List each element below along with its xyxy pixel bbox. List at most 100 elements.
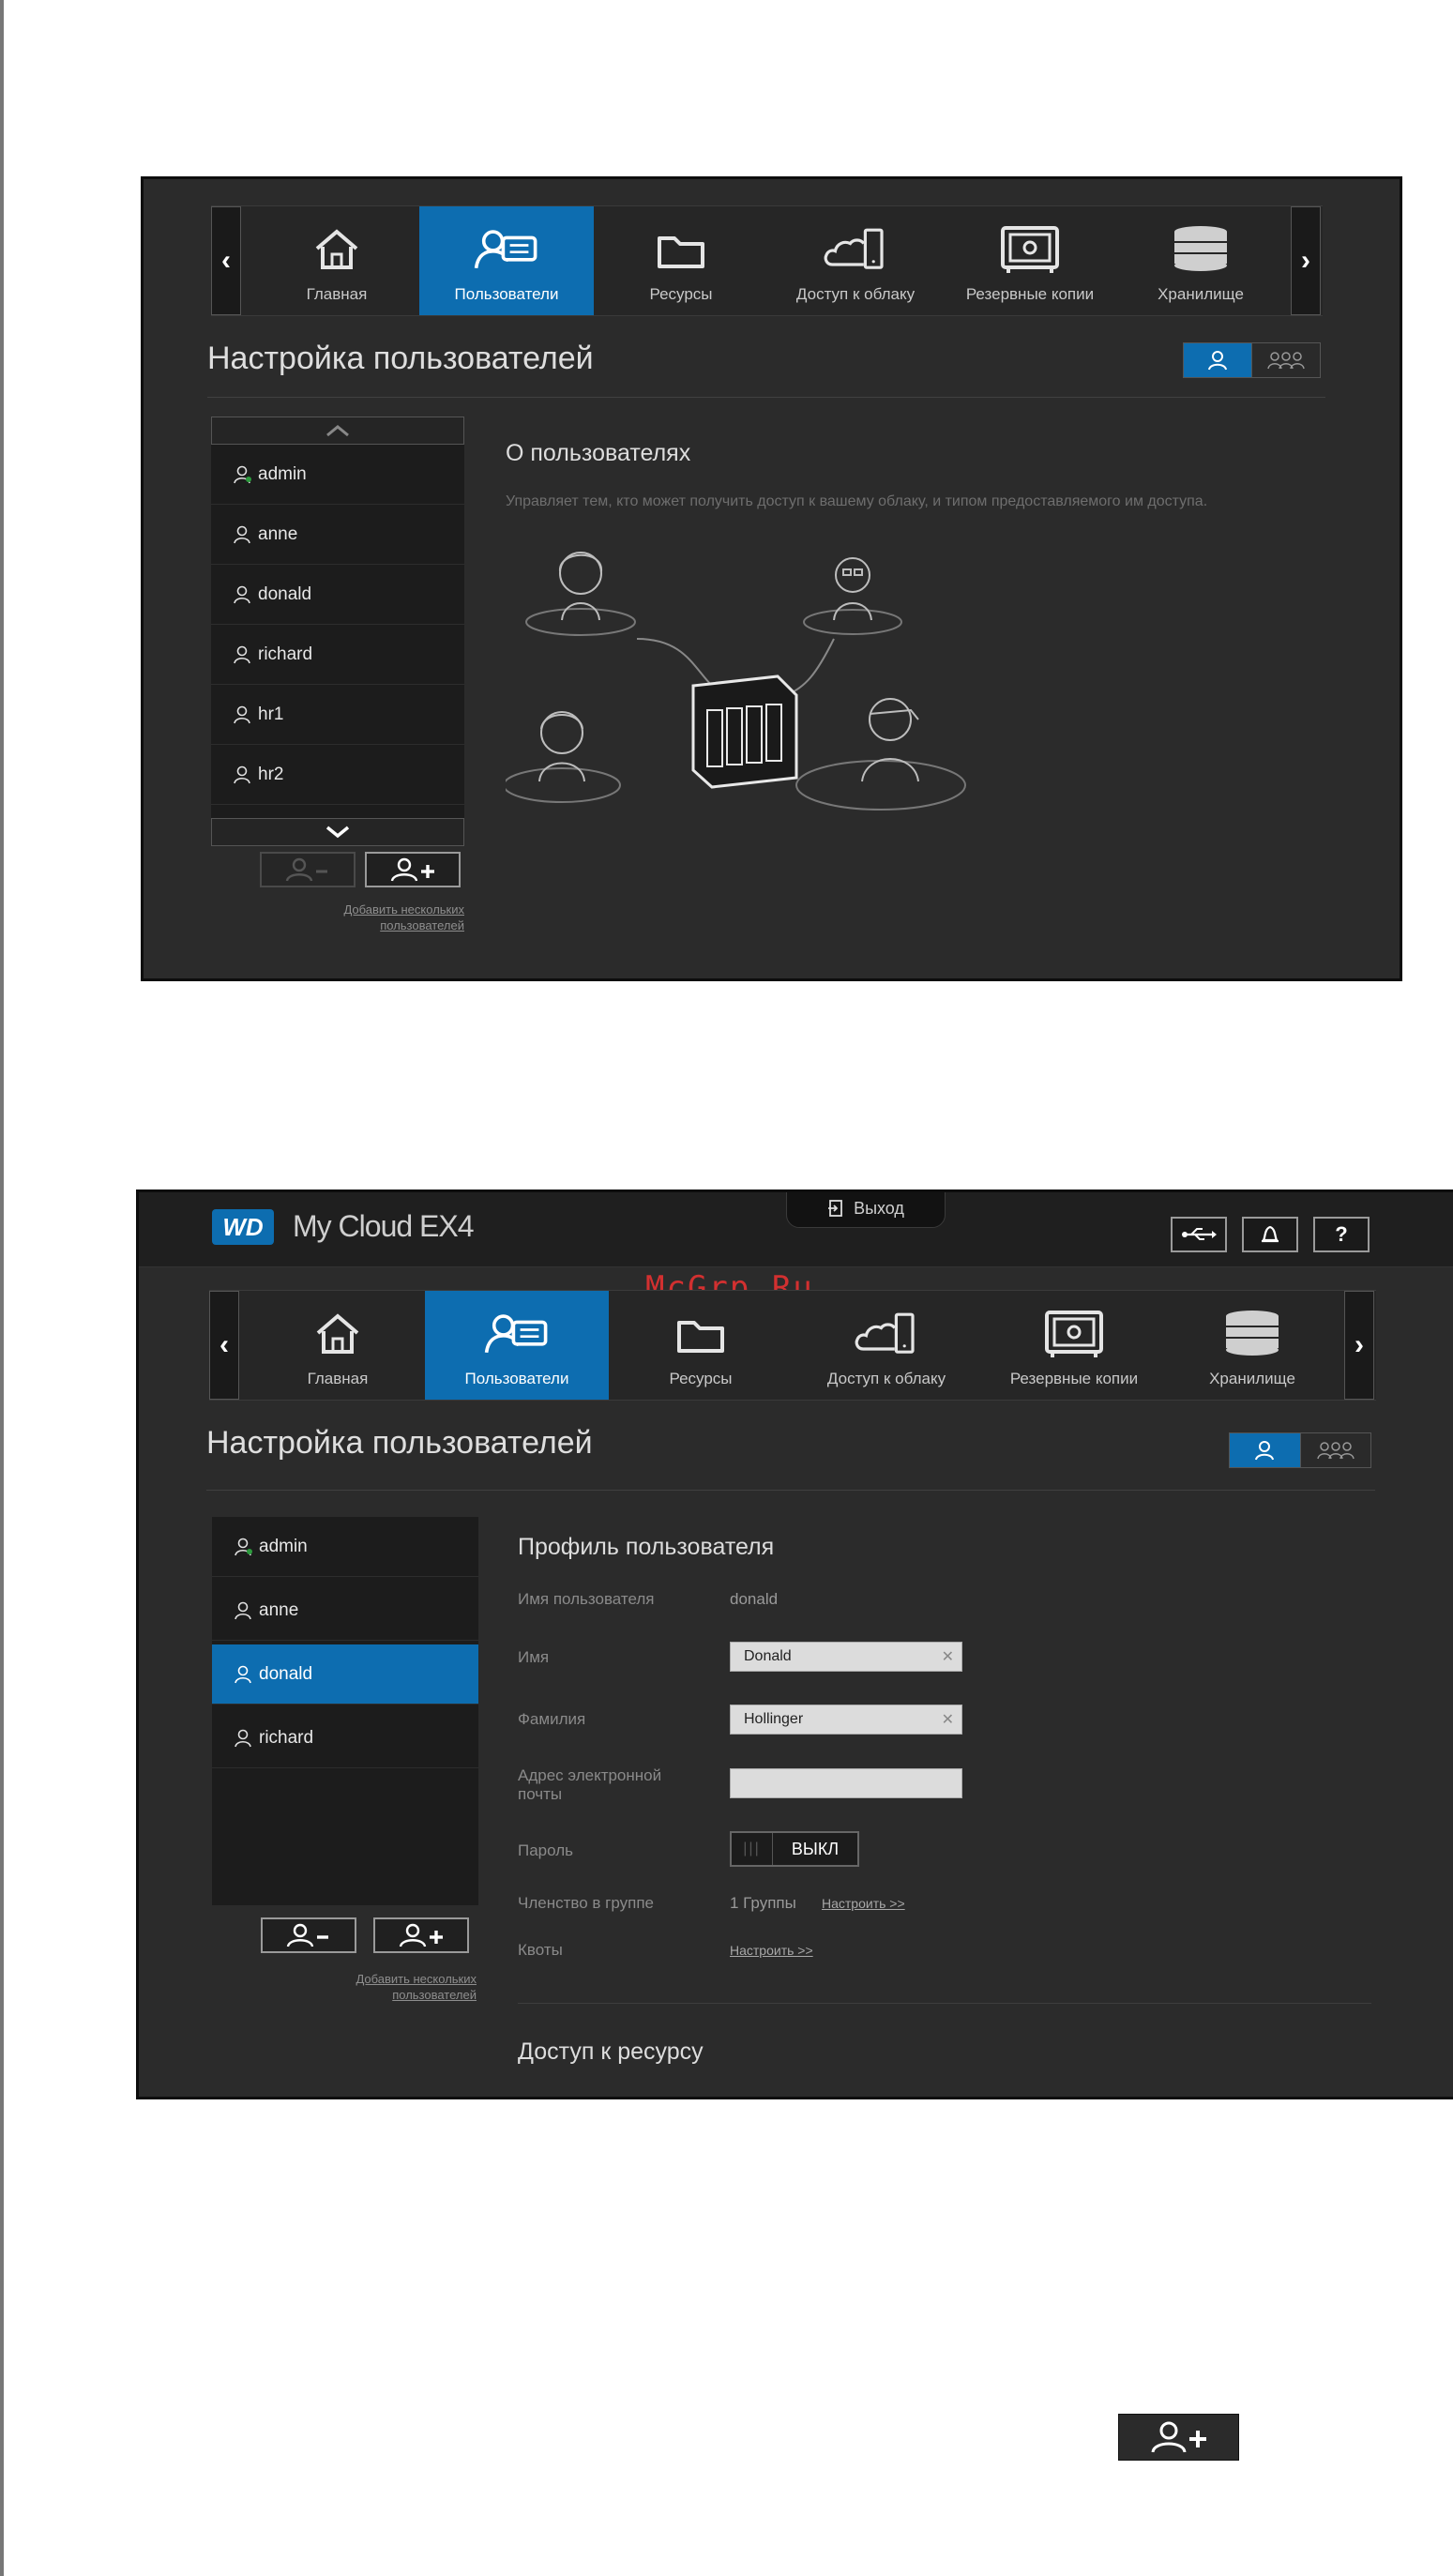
home-icon bbox=[304, 1306, 371, 1362]
safe-icon bbox=[996, 221, 1064, 278]
remove-user-button[interactable] bbox=[260, 852, 356, 887]
first-name-value: Donald bbox=[744, 1648, 792, 1664]
nav-item-cloud-access[interactable]: Доступ к облаку bbox=[768, 206, 943, 315]
remove-user-button[interactable] bbox=[261, 1917, 356, 1953]
email-input[interactable] bbox=[730, 1768, 962, 1798]
usb-button[interactable] bbox=[1171, 1217, 1227, 1252]
user-row-hr2[interactable]: hr2 bbox=[211, 745, 464, 805]
home-icon bbox=[303, 221, 371, 278]
user-row-hr1[interactable]: hr1 bbox=[211, 685, 464, 745]
username-label: Имя пользователя bbox=[518, 1590, 655, 1608]
user-list: admin anne donald richard bbox=[212, 1517, 478, 1905]
nav-label-storage: Хранилище bbox=[1158, 285, 1244, 303]
title-divider bbox=[207, 397, 1325, 398]
group-icon bbox=[1267, 352, 1305, 370]
user-name: richard bbox=[258, 644, 313, 664]
nav-item-shares[interactable]: Ресурсы bbox=[609, 1291, 793, 1400]
group-view-button[interactable] bbox=[1251, 343, 1320, 377]
remove-user-icon bbox=[286, 1923, 328, 1947]
nav-item-backups[interactable]: Резервные копии bbox=[980, 1291, 1168, 1400]
about-users-title: О пользователях bbox=[506, 440, 691, 466]
nav-next-arrow[interactable]: › bbox=[1344, 1291, 1374, 1400]
user-row-anne[interactable]: anne bbox=[211, 505, 464, 565]
clear-icon[interactable]: ✕ bbox=[942, 1647, 954, 1666]
nav-label-users: Пользователи bbox=[464, 1370, 569, 1387]
chevron-up-icon bbox=[326, 425, 349, 437]
user-name: admin bbox=[258, 463, 307, 484]
profile-title: Профиль пользователя bbox=[518, 1534, 775, 1560]
clear-icon[interactable]: ✕ bbox=[942, 1710, 954, 1729]
quota-configure-link[interactable]: Настроить >> bbox=[730, 1943, 813, 1958]
nav-item-backups[interactable]: Резервные копии bbox=[943, 206, 1117, 315]
add-user-button[interactable] bbox=[365, 852, 461, 887]
email-label: Адрес электронной почты bbox=[518, 1766, 662, 1803]
add-user-button[interactable] bbox=[373, 1917, 469, 1953]
user-icon bbox=[234, 645, 250, 663]
about-users-description: Управляет тем, кто может получить доступ… bbox=[506, 493, 1208, 509]
nav-next-arrow[interactable]: › bbox=[1291, 206, 1321, 315]
add-multiple-users-link[interactable]: Добавить нескольких пользователей bbox=[308, 1971, 477, 2003]
storage-icon bbox=[1218, 1306, 1286, 1362]
logout-icon bbox=[828, 1200, 842, 1217]
nav-label-users: Пользователи bbox=[454, 285, 559, 303]
wd-logo: WD bbox=[212, 1209, 274, 1245]
alerts-button[interactable] bbox=[1242, 1217, 1298, 1252]
user-icon bbox=[234, 585, 250, 603]
add-user-button-illustration bbox=[1118, 2414, 1239, 2461]
scroll-down-button[interactable] bbox=[211, 818, 464, 846]
nav-item-home[interactable]: Главная bbox=[250, 1291, 425, 1400]
nav-item-home[interactable]: Главная bbox=[254, 206, 419, 315]
last-name-input[interactable]: Hollinger ✕ bbox=[730, 1705, 962, 1735]
single-user-view-button[interactable] bbox=[1230, 1433, 1300, 1467]
user-row-richard[interactable]: richard bbox=[212, 1708, 478, 1768]
user-row-donald[interactable]: donald bbox=[212, 1644, 478, 1705]
user-name: anne bbox=[258, 523, 298, 544]
logout-button[interactable]: Выход bbox=[786, 1192, 946, 1228]
nav-label-backups: Резервные копии bbox=[1009, 1370, 1139, 1387]
user-icon bbox=[1208, 351, 1227, 371]
password-state: ВЫКЛ bbox=[791, 1839, 840, 1858]
help-button[interactable]: ? bbox=[1313, 1217, 1370, 1252]
nav-item-users[interactable]: Пользователи bbox=[425, 1291, 609, 1400]
user-list: admin anne donald richard hr1 hr2 bbox=[211, 417, 464, 846]
group-membership-value: 1 Группы bbox=[730, 1894, 796, 1912]
user-group-toggle bbox=[1229, 1432, 1371, 1468]
nav-prev-arrow[interactable]: ‹ bbox=[209, 1291, 239, 1400]
group-configure-link[interactable]: Настроить >> bbox=[822, 1896, 905, 1911]
nav-item-storage[interactable]: Хранилище bbox=[1117, 206, 1284, 315]
group-view-button[interactable] bbox=[1299, 1433, 1370, 1467]
single-user-view-button[interactable] bbox=[1184, 343, 1251, 377]
nav-label-shares: Ресурсы bbox=[669, 1370, 733, 1387]
user-row-donald[interactable]: donald bbox=[211, 565, 464, 625]
user-icon bbox=[234, 525, 250, 543]
user-icon bbox=[235, 1729, 251, 1747]
users-icon bbox=[483, 1306, 551, 1362]
help-icon: ? bbox=[1335, 1222, 1348, 1246]
nav-item-storage[interactable]: Хранилище bbox=[1168, 1291, 1337, 1400]
cloud-access-icon bbox=[853, 1306, 920, 1362]
share-access-title: Доступ к ресурсу bbox=[518, 2038, 704, 2065]
nav-item-users[interactable]: Пользователи bbox=[419, 206, 594, 315]
user-row-richard[interactable]: richard bbox=[211, 625, 464, 685]
username-value: donald bbox=[730, 1590, 779, 1608]
password-toggle[interactable]: ||| ВЫКЛ bbox=[730, 1831, 859, 1867]
quota-label: Квоты bbox=[518, 1941, 563, 1959]
page-title: Настройка пользователей bbox=[207, 341, 594, 376]
user-row-anne[interactable]: anne bbox=[212, 1581, 478, 1641]
nav-prev-arrow[interactable]: ‹ bbox=[211, 206, 241, 315]
remove-user-icon bbox=[285, 857, 327, 882]
user-icon bbox=[235, 1665, 251, 1683]
section-divider bbox=[518, 2003, 1371, 2004]
user-row-admin[interactable]: admin bbox=[212, 1517, 478, 1577]
nav-label-home: Главная bbox=[307, 1370, 369, 1387]
user-row-admin[interactable]: admin bbox=[211, 445, 464, 505]
user-icon bbox=[1255, 1441, 1275, 1461]
nav-item-cloud-access[interactable]: Доступ к облаку bbox=[793, 1291, 980, 1400]
add-user-icon bbox=[399, 1923, 443, 1947]
add-multiple-users-link[interactable]: Добавить нескольких пользователей bbox=[303, 902, 464, 933]
group-membership-label: Членство в группе bbox=[518, 1894, 654, 1912]
scroll-up-button[interactable] bbox=[211, 417, 464, 445]
nav-item-shares[interactable]: Ресурсы bbox=[594, 206, 768, 315]
product-name: My Cloud EX4 bbox=[293, 1209, 475, 1243]
first-name-input[interactable]: Donald ✕ bbox=[730, 1642, 962, 1672]
